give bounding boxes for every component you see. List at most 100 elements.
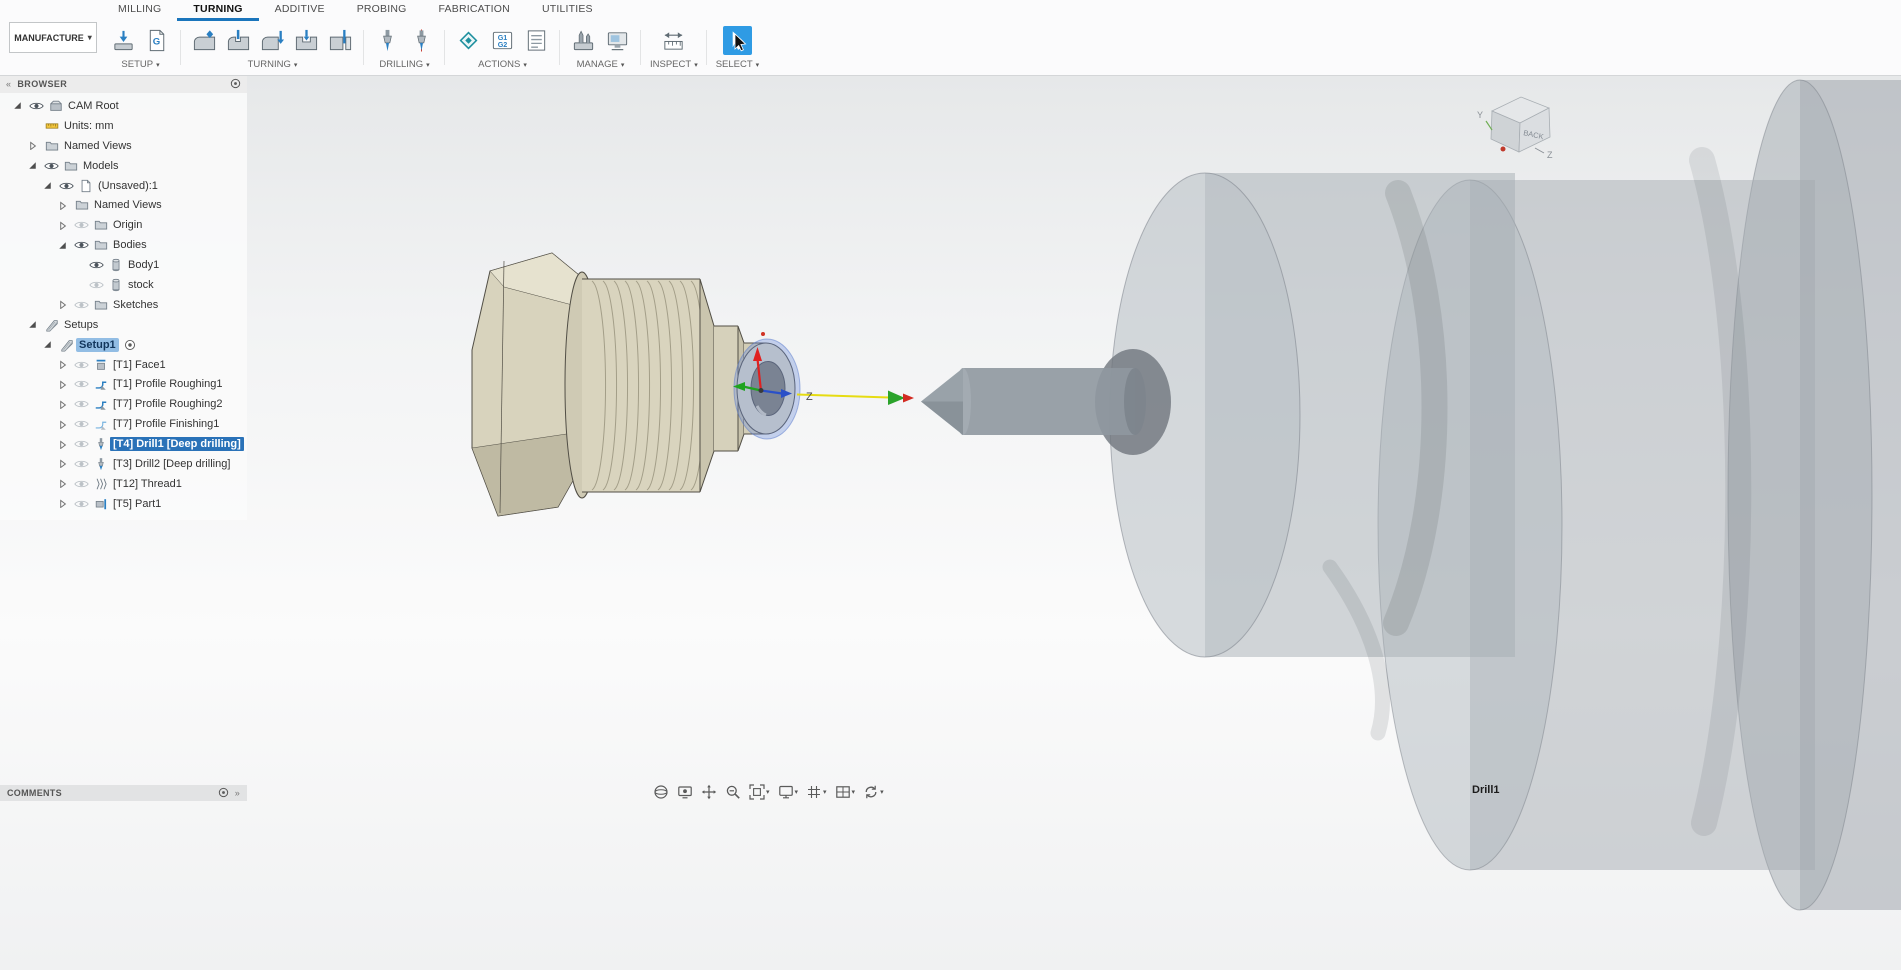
expand-arrow-icon[interactable]	[53, 440, 72, 449]
tab-milling[interactable]: MILLING	[102, 0, 177, 21]
stock-cylinder-front[interactable]	[1109, 172, 1515, 741]
drill-deep-button[interactable]	[407, 26, 436, 55]
collapse-arrow-icon[interactable]	[23, 320, 42, 329]
setup-sheet-button[interactable]	[522, 26, 551, 55]
tool-library-button[interactable]	[569, 26, 598, 55]
visibility-eye-icon[interactable]	[57, 181, 76, 191]
collapse-arrow-icon[interactable]	[8, 101, 27, 110]
tab-fabrication[interactable]: FABRICATION	[423, 0, 526, 21]
expand-panel-icon[interactable]: »	[235, 788, 240, 798]
tree-row[interactable]: [T7] Profile Finishing1	[0, 414, 247, 434]
viewport-3d-scene[interactable]: Z BACK Y Z	[0, 75, 1901, 970]
gcode-document-button[interactable]: G	[143, 26, 172, 55]
viewport-3d[interactable]: Z BACK Y Z	[0, 75, 1901, 970]
fit-button[interactable]: ▾	[746, 783, 773, 801]
new-setup-button[interactable]	[109, 26, 138, 55]
tree-item-label[interactable]: [T4] Drill1 [Deep drilling]	[110, 437, 244, 452]
expand-arrow-icon[interactable]	[53, 400, 72, 409]
select-cursor-button[interactable]	[722, 25, 752, 55]
turn-profile-button[interactable]	[190, 26, 219, 55]
tree-item-label[interactable]: (Unsaved):1	[95, 179, 161, 193]
tab-probing[interactable]: PROBING	[341, 0, 423, 21]
tree-item-label[interactable]: [T12] Thread1	[110, 477, 185, 491]
turn-groove-button[interactable]	[224, 26, 253, 55]
tab-turning[interactable]: TURNING	[177, 0, 259, 21]
panel-options-icon[interactable]	[230, 78, 241, 91]
tree-row[interactable]: [T3] Drill2 [Deep drilling]	[0, 454, 247, 474]
ribbon-group-dropdown[interactable]: MANAGE ▾	[577, 57, 625, 72]
ribbon-group-dropdown[interactable]: DRILLING ▾	[379, 57, 429, 72]
visibility-eye-icon[interactable]	[87, 280, 106, 290]
measure-button[interactable]	[659, 26, 688, 55]
expand-arrow-icon[interactable]	[53, 499, 72, 509]
tree-row[interactable]: [T4] Drill1 [Deep drilling]	[0, 434, 247, 454]
visibility-eye-icon[interactable]	[72, 419, 91, 429]
post-process-button[interactable]: G1 G2	[488, 26, 517, 55]
visibility-eye-icon[interactable]	[72, 479, 91, 489]
machine-library-button[interactable]	[603, 26, 632, 55]
visibility-eye-icon[interactable]	[42, 161, 61, 171]
tree-row[interactable]: (Unsaved):1	[0, 176, 247, 196]
grid-and-snaps-button[interactable]: ▾	[803, 783, 830, 801]
tree-row[interactable]: [T1] Face1	[0, 355, 247, 375]
visibility-eye-icon[interactable]	[72, 379, 91, 389]
tree-row[interactable]: Setup1	[0, 335, 247, 355]
tree-item-label[interactable]: [T7] Profile Finishing1	[110, 417, 222, 431]
orbit-button[interactable]	[650, 783, 672, 801]
look-at-button[interactable]	[674, 783, 696, 801]
viewports-button[interactable]: ▾	[832, 783, 859, 801]
tree-item-label[interactable]: Bodies	[110, 238, 150, 252]
tree-item-label[interactable]: Origin	[110, 218, 145, 232]
tree-item-label[interactable]: Sketches	[110, 298, 161, 312]
collapse-arrow-icon[interactable]	[38, 340, 57, 349]
zoom-button[interactable]	[722, 783, 744, 801]
tree-row[interactable]: Named Views	[0, 136, 247, 156]
visibility-eye-icon[interactable]	[27, 101, 46, 111]
collapse-panel-icon[interactable]: «	[6, 79, 11, 89]
expand-arrow-icon[interactable]	[53, 300, 72, 310]
tree-item-label[interactable]: [T7] Profile Roughing2	[110, 397, 225, 411]
tab-additive[interactable]: ADDITIVE	[259, 0, 341, 21]
browser-header[interactable]: « BROWSER	[0, 75, 247, 93]
refresh-button[interactable]: ▾	[860, 783, 887, 801]
visibility-eye-icon[interactable]	[72, 360, 91, 370]
tree-row[interactable]: Named Views	[0, 195, 247, 215]
tree-row[interactable]: [T12] Thread1	[0, 474, 247, 494]
tree-row[interactable]: CAM Root	[0, 96, 247, 116]
comments-options-icon[interactable]	[218, 787, 229, 800]
ribbon-group-dropdown[interactable]: INSPECT ▾	[650, 57, 698, 72]
visibility-eye-icon[interactable]	[72, 399, 91, 409]
expand-arrow-icon[interactable]	[53, 360, 72, 370]
visibility-eye-icon[interactable]	[72, 220, 91, 230]
tree-row[interactable]: [T7] Profile Roughing2	[0, 394, 247, 414]
tree-row[interactable]: Bodies	[0, 235, 247, 255]
turn-single-groove-button[interactable]	[292, 26, 321, 55]
collapse-arrow-icon[interactable]	[23, 161, 42, 170]
ribbon-group-dropdown[interactable]: ACTIONS ▾	[478, 57, 527, 72]
tree-item-label[interactable]: Named Views	[91, 198, 165, 212]
drill-button[interactable]	[373, 26, 402, 55]
tree-row[interactable]: Origin	[0, 215, 247, 235]
simulate-button[interactable]	[454, 26, 483, 55]
visibility-eye-icon[interactable]	[72, 459, 91, 469]
turn-face-button[interactable]	[258, 26, 287, 55]
tree-item-label[interactable]: Setups	[61, 318, 101, 332]
tree-item-label[interactable]: [T5] Part1	[110, 497, 164, 511]
tree-row[interactable]: Sketches	[0, 295, 247, 315]
active-setup-radio-icon[interactable]	[123, 339, 137, 351]
expand-arrow-icon[interactable]	[53, 380, 72, 389]
expand-arrow-icon[interactable]	[53, 201, 72, 210]
visibility-eye-icon[interactable]	[72, 240, 91, 250]
workspace-selector[interactable]: MANUFACTURE ▾	[9, 22, 97, 53]
ribbon-group-dropdown[interactable]: SETUP ▾	[121, 57, 159, 72]
tree-row[interactable]: [T1] Profile Roughing1	[0, 374, 247, 394]
tree-item-label[interactable]: stock	[125, 278, 157, 292]
tree-row[interactable]: Models	[0, 156, 247, 176]
tree-item-label[interactable]: [T1] Profile Roughing1	[110, 377, 225, 391]
ribbon-group-dropdown[interactable]: SELECT ▾	[716, 57, 759, 72]
tree-row[interactable]: Setups	[0, 315, 247, 335]
expand-arrow-icon[interactable]	[53, 221, 72, 230]
turn-part-button[interactable]	[326, 26, 355, 55]
pan-button[interactable]	[698, 783, 720, 801]
expand-arrow-icon[interactable]	[53, 459, 72, 469]
